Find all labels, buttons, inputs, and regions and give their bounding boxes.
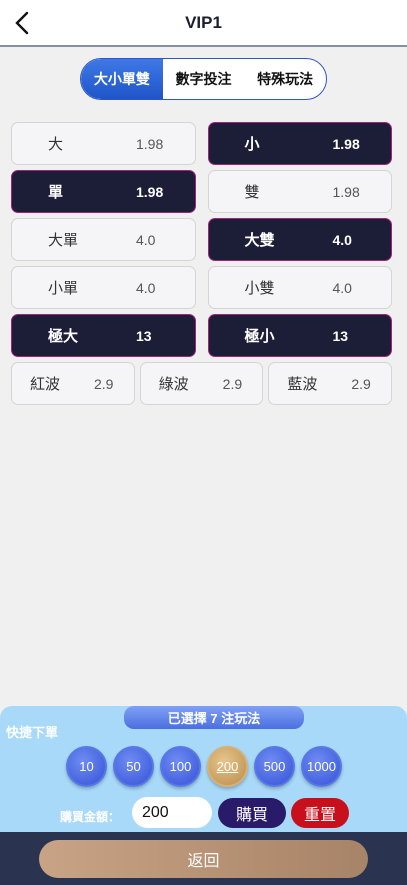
bet-name: 小單: [48, 280, 79, 297]
bet-name: 小雙: [244, 280, 275, 297]
quick-bet-label: 快捷下單: [6, 725, 59, 740]
chip-50[interactable]: 50: [113, 746, 154, 787]
bet-option-odd[interactable]: 單 1.98: [11, 170, 196, 213]
amount-label: 購買金額：: [60, 810, 121, 824]
chip-10[interactable]: 10: [66, 746, 107, 787]
bet-slip-panel: 已選擇 7 注玩法 快捷下單 10 50 100 200 500 1000 購買…: [0, 706, 407, 832]
chip-100[interactable]: 100: [160, 746, 201, 787]
chip-200[interactable]: 200: [207, 746, 248, 787]
bet-odds: 1.98: [136, 183, 164, 200]
bet-option-extreme-small[interactable]: 極小 13: [207, 314, 392, 357]
bet-odds: 4.0: [332, 279, 352, 296]
buy-button[interactable]: 購買: [218, 798, 286, 828]
page-title: VIP1: [185, 13, 222, 32]
bet-option-big-odd[interactable]: 大單 4.0: [11, 218, 196, 261]
chip-500[interactable]: 500: [254, 746, 295, 787]
bet-name: 雙: [244, 184, 260, 201]
bet-odds: 13: [136, 327, 152, 344]
bet-option-blue-wave[interactable]: 藍波 2.9: [268, 362, 393, 405]
bet-odds: 1.98: [332, 135, 360, 152]
bet-option-even[interactable]: 雙 1.98: [207, 170, 392, 213]
tab-big-small-odd-even[interactable]: 大小單雙: [81, 59, 163, 99]
bet-name: 紅波: [30, 376, 61, 393]
play-type-tabs: 大小單雙 數字投注 特殊玩法: [80, 58, 327, 100]
bet-odds: 1.98: [332, 183, 360, 200]
bet-name: 藍波: [287, 376, 318, 393]
reset-button[interactable]: 重置: [291, 798, 349, 828]
bet-name: 綠波: [158, 376, 189, 393]
bet-option-big[interactable]: 大 1.98: [11, 122, 196, 165]
bet-name: 大: [48, 136, 64, 153]
bet-option-small-odd[interactable]: 小單 4.0: [11, 266, 196, 309]
top-bar: VIP1: [0, 0, 407, 47]
bet-odds: 4.0: [136, 279, 156, 296]
selected-count-badge: 已選擇 7 注玩法: [124, 706, 304, 729]
bet-grid: 大 1.98 小 1.98 單 1.98 雙 1.98 大單 4.0 大雙 4.0 小單 4.…: [11, 122, 393, 410]
bet-option-green-wave[interactable]: 綠波 2.9: [139, 362, 264, 405]
bet-odds: 4.0: [136, 231, 156, 248]
bottom-bar: 返回: [0, 832, 407, 885]
bet-name: 極小: [244, 328, 275, 345]
bet-option-red-wave[interactable]: 紅波 2.9: [11, 362, 135, 405]
bet-odds: 1.98: [136, 135, 164, 152]
bet-odds: 2.9: [351, 375, 371, 392]
bet-name: 大單: [48, 232, 79, 249]
tab-special-play[interactable]: 特殊玩法: [244, 59, 326, 99]
return-button[interactable]: 返回: [39, 840, 368, 878]
bet-option-small-even[interactable]: 小雙 4.0: [207, 266, 392, 309]
bet-name: 極大: [48, 328, 79, 345]
bet-odds: 2.9: [94, 375, 114, 392]
amount-input[interactable]: [132, 797, 212, 828]
bet-option-small[interactable]: 小 1.98: [207, 122, 392, 165]
bet-option-big-even[interactable]: 大雙 4.0: [207, 218, 392, 261]
bet-odds: 2.9: [222, 375, 243, 392]
chip-selector: 10 50 100 200 500 1000: [66, 746, 342, 787]
bet-name: 大雙: [244, 232, 275, 249]
bet-odds: 13: [332, 327, 349, 344]
chip-1000[interactable]: 1000: [301, 746, 342, 787]
bet-name: 小: [244, 136, 260, 153]
bet-name: 單: [48, 184, 64, 201]
tab-number-bet[interactable]: 數字投注: [163, 59, 245, 99]
bet-odds: 4.0: [332, 231, 352, 248]
bet-option-extreme-big[interactable]: 極大 13: [11, 314, 196, 357]
